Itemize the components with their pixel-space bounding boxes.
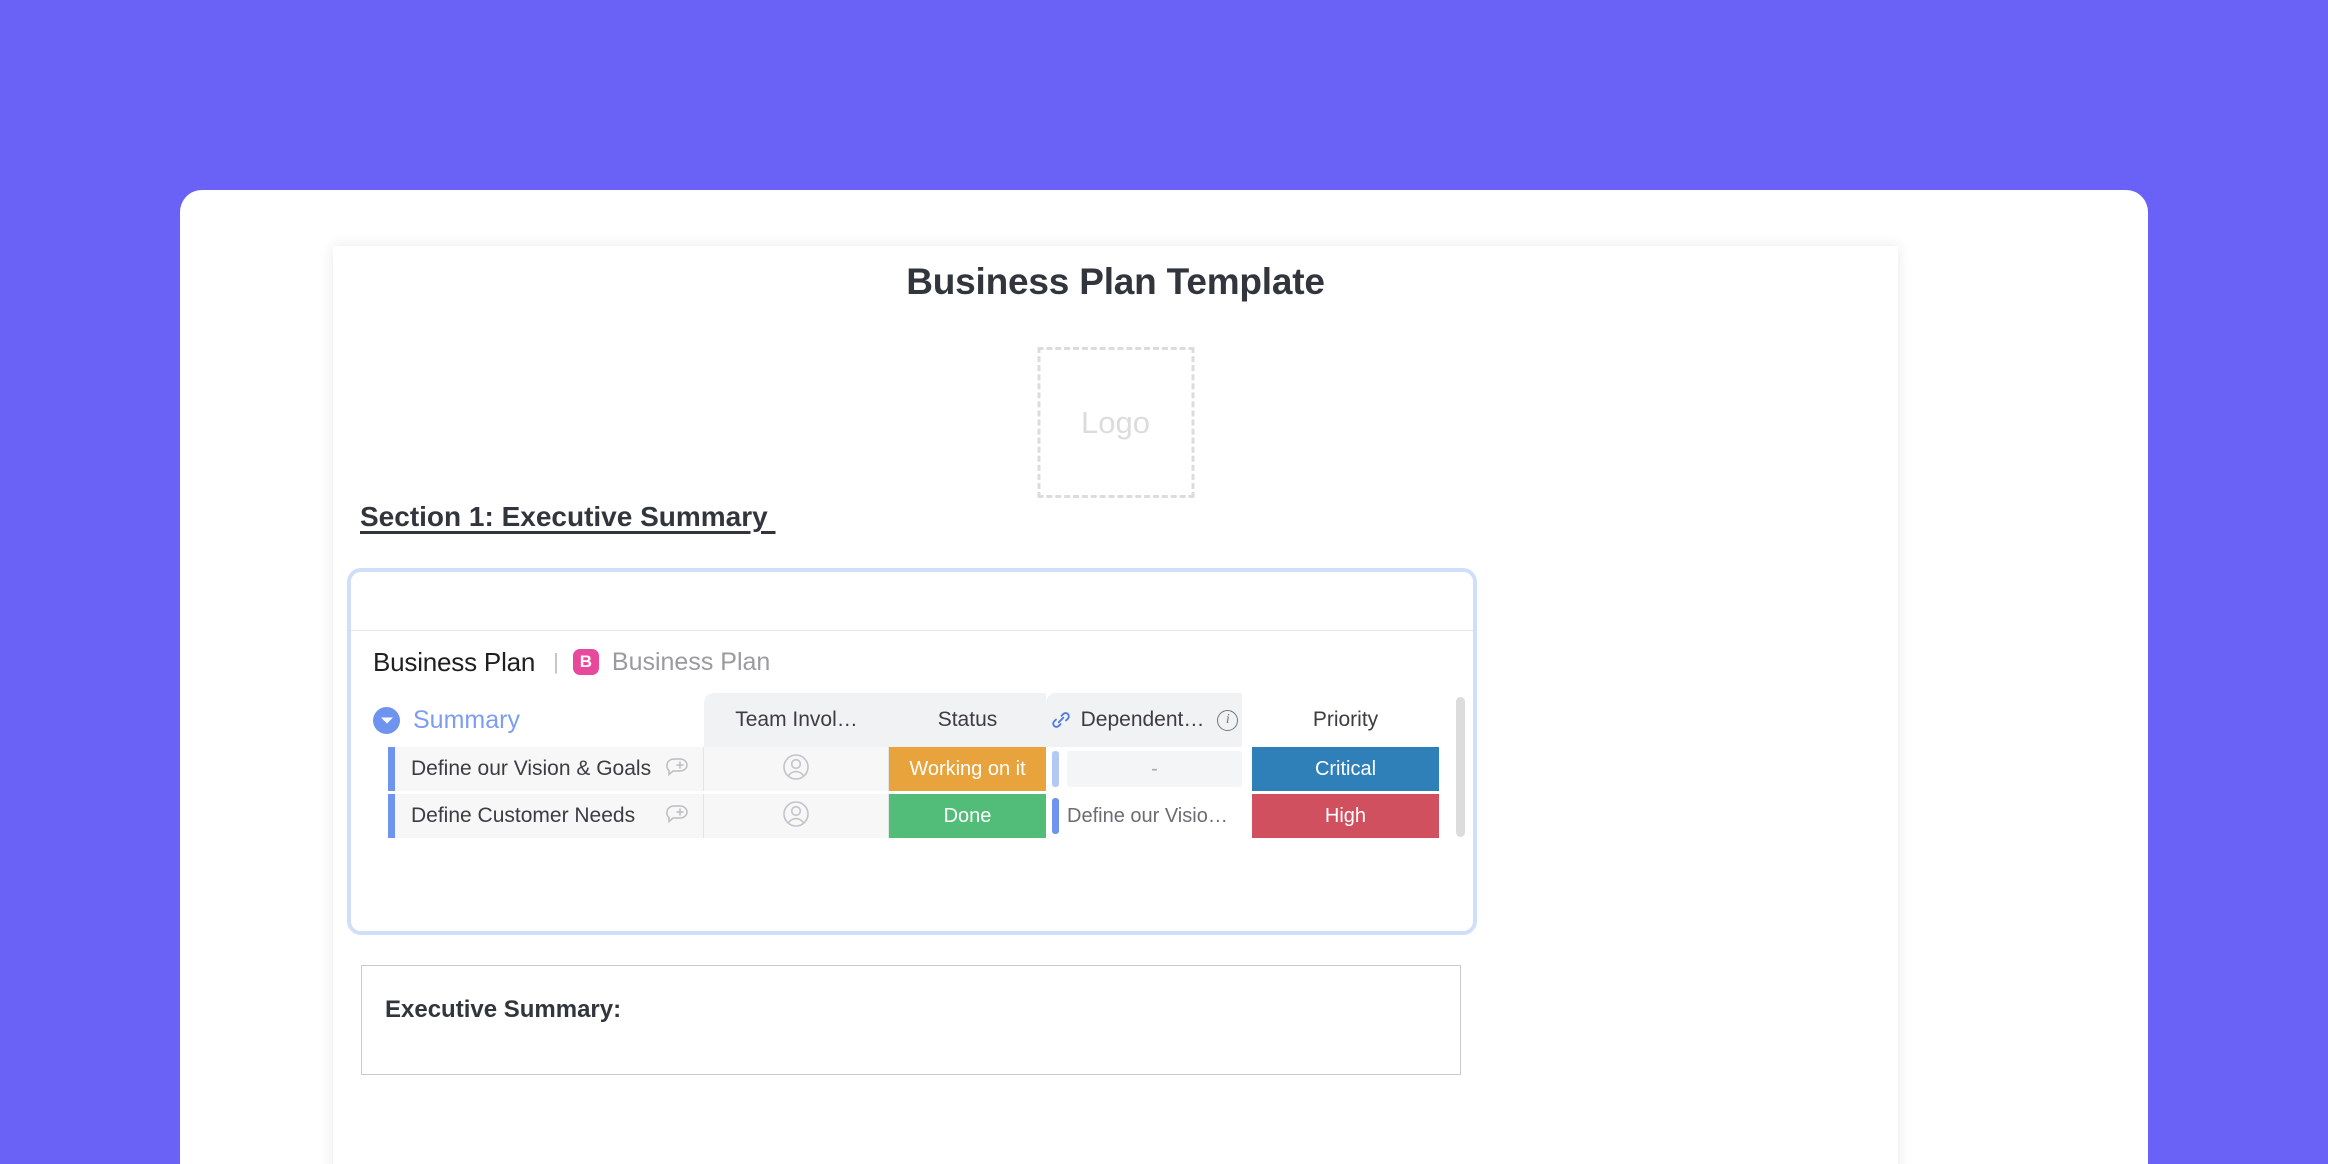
row-indent [351,794,388,838]
group-title: Summary [413,705,520,734]
status-label: Working on it [909,757,1026,780]
person-placeholder-icon[interactable] [780,798,812,835]
cell-status[interactable]: Done [889,794,1046,838]
info-icon[interactable]: i [1217,709,1239,731]
link-icon [1050,709,1072,731]
person-placeholder-icon[interactable] [780,751,812,788]
document-page: Business Plan Template Logo Section 1: E… [333,246,1898,1164]
column-header-label: Priority [1312,708,1379,731]
executive-summary-label: Executive Summary: [385,996,622,1023]
column-header-label: Status [937,708,998,731]
column-header-dependent-on[interactable]: Dependent… i [1046,693,1242,747]
section-heading: Section 1: Executive Summary [360,501,776,532]
priority-label: High [1324,804,1367,827]
row-spacer [1242,794,1252,838]
column-header-priority[interactable]: Priority [1252,693,1439,747]
dependency-value: Define our Visio… [1067,804,1228,827]
board-toolbar-strip [351,572,1473,631]
group-header[interactable]: Summary [351,706,704,735]
row-color-bar [388,747,395,791]
add-comment-icon[interactable] [663,801,689,832]
column-header-label: Team Invol… [735,708,858,731]
cell-priority[interactable]: Critical [1252,747,1439,791]
cell-team-involved[interactable] [704,794,889,838]
status-label: Done [943,804,992,827]
board-title-separator: | [553,649,559,674]
cell-dependency[interactable]: - [1046,747,1242,791]
row-indent [351,747,388,791]
column-header-label: Dependent… [1080,708,1205,731]
cell-item-name[interactable]: Define our Vision & Goals [395,747,704,791]
row-color-bar [388,794,395,838]
cell-team-involved[interactable] [704,747,889,791]
dependency-color-bar [1052,798,1059,834]
app-card: Business Plan Template Logo Section 1: E… [180,190,2148,1164]
column-header-team-involved[interactable]: Team Invol… [704,693,889,747]
board-name: Business Plan [373,646,536,677]
dependency-color-bar [1052,751,1059,787]
board-sub-name: Business Plan [611,647,771,676]
cell-priority[interactable]: High [1252,794,1439,838]
logo-placeholder-label: Logo [1081,404,1150,440]
board-vertical-scrollbar[interactable] [1456,697,1465,837]
board-table: Summary Team Invol… Status Dependent… i … [351,693,1473,838]
item-name-label: Define our Vision & Goals [411,757,652,780]
table-header-row: Summary Team Invol… Status Dependent… i … [351,693,1473,747]
item-name-label: Define Customer Needs [411,804,636,827]
board-badge-icon: B [572,649,599,675]
row-spacer [1242,747,1252,791]
chevron-down-icon[interactable] [373,706,400,734]
board-titlebar: Business Plan | B Business Plan [351,631,1473,693]
executive-summary-box[interactable]: Executive Summary: [361,965,1461,1075]
priority-label: Critical [1314,757,1377,780]
logo-placeholder[interactable]: Logo [1037,347,1194,498]
column-header-status[interactable]: Status [889,693,1046,747]
add-comment-icon[interactable] [663,754,689,785]
board-embed[interactable]: Business Plan | B Business Plan Summary … [347,568,1477,935]
cell-dependency[interactable]: Define our Visio… [1046,794,1242,838]
table-row[interactable]: Define Customer Needs Done Define our Vi… [351,794,1473,838]
cell-status[interactable]: Working on it [889,747,1046,791]
cell-item-name[interactable]: Define Customer Needs [395,794,704,838]
page-title: Business Plan Template [906,261,1325,302]
table-row[interactable]: Define our Vision & Goals Working on it … [351,747,1473,791]
dependency-value: - [1067,751,1242,787]
